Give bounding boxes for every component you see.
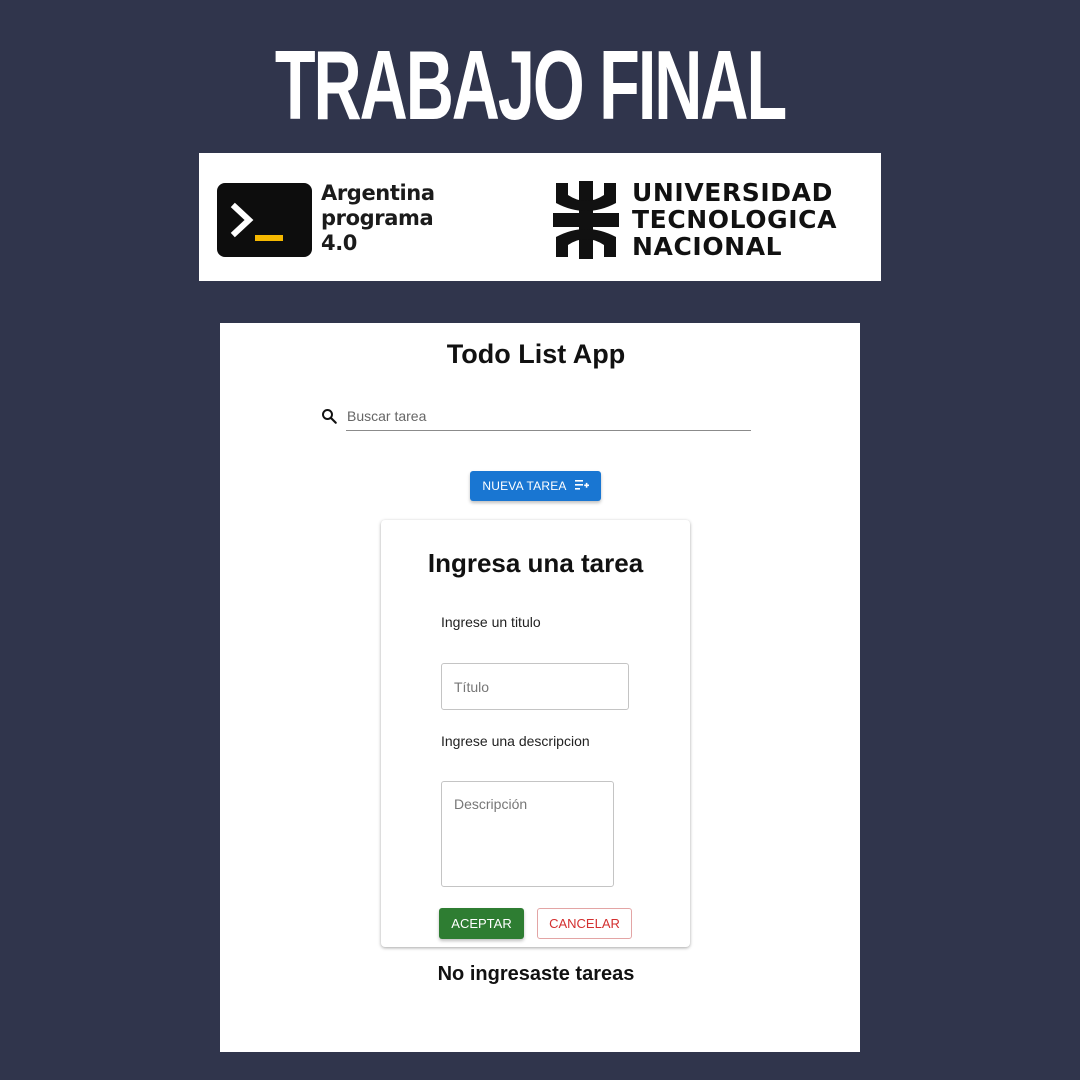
- description-input[interactable]: [441, 781, 614, 887]
- form-heading: Ingresa una tarea: [427, 548, 644, 578]
- utn-line-3: NACIONAL: [632, 232, 783, 261]
- ap-line-1: Argentina: [321, 181, 435, 205]
- empty-tasks-message: No ingresaste tareas: [437, 963, 635, 985]
- title-input[interactable]: [441, 663, 629, 710]
- utn-line-2: TECNOLOGICA: [632, 205, 838, 234]
- title-label: Ingrese un titulo: [441, 614, 541, 630]
- utn-line-1: UNIVERSIDAD: [632, 178, 833, 207]
- todo-app-screenshot: Todo List App NUEVA TAREA Ingresa una ta…: [220, 323, 860, 1052]
- utn-emblem-icon: [553, 181, 619, 264]
- utn-logo-text: UNIVERSIDAD TECNOLOGICA NACIONAL: [632, 179, 837, 260]
- playlist-add-icon: [574, 479, 589, 494]
- logos-banner: Argentina programa 4.0 UNIVERSIDAD TECNO…: [199, 153, 881, 281]
- description-label: Ingrese una descripcion: [441, 733, 590, 749]
- ap-line-2: programa: [321, 206, 434, 230]
- app-title: Todo List App: [446, 339, 626, 369]
- search-icon: [320, 407, 338, 430]
- terminal-prompt-icon: [217, 183, 312, 257]
- ap-line-3: 4.0: [321, 231, 358, 255]
- accept-button[interactable]: ACEPTAR: [439, 908, 524, 939]
- argentina-programa-logo-text: Argentina programa 4.0: [321, 181, 435, 256]
- poster-title: TRABAJO FINAL: [274, 30, 787, 140]
- search-input[interactable]: [346, 405, 751, 431]
- new-task-button-label: NUEVA TAREA: [482, 479, 567, 493]
- new-task-button[interactable]: NUEVA TAREA: [470, 471, 601, 501]
- cancel-button[interactable]: CANCELAR: [537, 908, 632, 939]
- search-bar: [320, 405, 751, 431]
- new-task-form: Ingresa una tarea Ingrese un titulo Ingr…: [381, 520, 690, 947]
